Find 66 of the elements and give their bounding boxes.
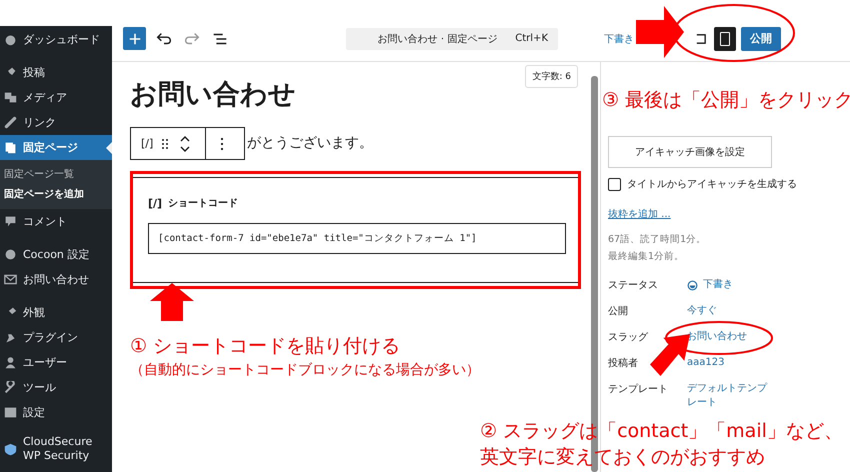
block-label: ショートコード bbox=[168, 197, 238, 210]
stats-text: 67語、読了時間1分。 bbox=[608, 233, 706, 246]
sidebar-item[interactable]: メディア bbox=[0, 85, 112, 110]
field-value-link[interactable]: 今すぐ bbox=[687, 304, 717, 318]
sidebar-item[interactable]: コメント bbox=[0, 209, 112, 234]
annotation-text: ① ショートコードを貼り付ける bbox=[130, 334, 402, 359]
preview-icon[interactable] bbox=[696, 32, 706, 44]
field-value-link[interactable]: デフォルトテンプレート bbox=[687, 382, 775, 410]
drag-handle-icon[interactable] bbox=[161, 138, 170, 150]
sidebar-item[interactable]: ユーザー bbox=[0, 350, 112, 375]
command-bar[interactable]: お問い合わせ · 固定ページ Ctrl+K bbox=[346, 28, 558, 50]
sidebar-item[interactable]: 設定 bbox=[0, 400, 112, 425]
sidebar-item[interactable]: お問い合わせ bbox=[0, 267, 112, 292]
stats-text: 最終編集1分前。 bbox=[608, 250, 686, 263]
sidebar-item[interactable]: ツール bbox=[0, 375, 112, 400]
settings-toggle-button[interactable] bbox=[714, 26, 736, 50]
media-icon bbox=[4, 91, 17, 104]
dashboard-icon bbox=[4, 33, 17, 46]
plus-icon bbox=[128, 32, 142, 46]
annotation-text: （自動的にショートコードブロックになる場合が多い） bbox=[130, 361, 480, 380]
sidebar-item[interactable]: 固定ページ bbox=[0, 135, 112, 160]
publish-button[interactable]: 公開 bbox=[741, 26, 781, 50]
add-excerpt-link[interactable]: 抜粋を追加 ... bbox=[608, 207, 671, 221]
shortcode-field[interactable]: [contact-form-7 id="ebe1e7a" title="コンタクトフォーム 1"] bbox=[148, 223, 566, 254]
paragraph-text: がとうございます。 bbox=[247, 134, 373, 153]
user-icon bbox=[4, 356, 17, 369]
move-arrows-icon[interactable] bbox=[179, 134, 192, 154]
sidebar-item[interactable]: リンク bbox=[0, 110, 112, 135]
annotation-arrow bbox=[636, 6, 684, 58]
checkbox[interactable] bbox=[608, 178, 621, 190]
sidebar-item[interactable]: プラグイン bbox=[0, 325, 112, 350]
submenu-item[interactable]: 固定ページを追加 bbox=[0, 187, 112, 203]
wrench-icon bbox=[4, 381, 17, 394]
field-value-link[interactable]: aaa123 bbox=[687, 356, 724, 370]
word-count-badge: 文字数: 6 bbox=[525, 65, 578, 88]
sidebar-item[interactable]: 外観 bbox=[0, 300, 112, 325]
submenu-item[interactable]: 固定ページ一覧 bbox=[0, 167, 112, 183]
annotation-text: ② スラッグは「contact」「mail」など、 bbox=[480, 419, 843, 444]
featured-image-button[interactable]: アイキャッチ画像を設定 bbox=[608, 136, 772, 168]
sidebar-item[interactable]: ダッシュボード bbox=[0, 27, 112, 52]
circle-icon bbox=[4, 248, 17, 261]
field-label: 投稿者 bbox=[608, 356, 639, 370]
shield-icon bbox=[4, 442, 17, 456]
document-title: お問い合わせ · 固定ページ bbox=[378, 32, 498, 46]
save-draft-link[interactable]: 下書き bbox=[604, 32, 634, 46]
shortcut-label: Ctrl+K bbox=[515, 33, 548, 44]
envelope-icon bbox=[4, 273, 17, 286]
comment-icon bbox=[4, 215, 17, 228]
field-label: テンプレート bbox=[608, 382, 669, 396]
sidebar-item[interactable]: 投稿 bbox=[0, 60, 112, 85]
field-label: 公開 bbox=[608, 305, 629, 318]
page-icon bbox=[4, 141, 17, 154]
status-link[interactable]: 下書き bbox=[703, 278, 733, 292]
field-label: スラッグ bbox=[608, 331, 649, 344]
field-label: ステータス bbox=[608, 279, 659, 292]
annotation-text: 英文字に変えておくのがおすすめ bbox=[480, 445, 766, 470]
page-title: お問い合わせ bbox=[130, 78, 297, 112]
checkbox-label: タイトルからアイキャッチを生成する bbox=[627, 178, 797, 191]
shortcode-icon: [/] bbox=[148, 196, 162, 210]
draft-status-icon bbox=[687, 280, 698, 290]
active-notch bbox=[106, 142, 112, 154]
shortcode-block-button[interactable]: [/] bbox=[131, 137, 162, 150]
sidebar-item[interactable]: CloudSecure WP Security bbox=[0, 433, 112, 465]
sidebar-item[interactable]: Cocoon 設定 bbox=[0, 242, 112, 267]
add-block-button[interactable] bbox=[123, 27, 146, 50]
annotation-text: ③ 最後は「公開」をクリック bbox=[602, 88, 850, 113]
